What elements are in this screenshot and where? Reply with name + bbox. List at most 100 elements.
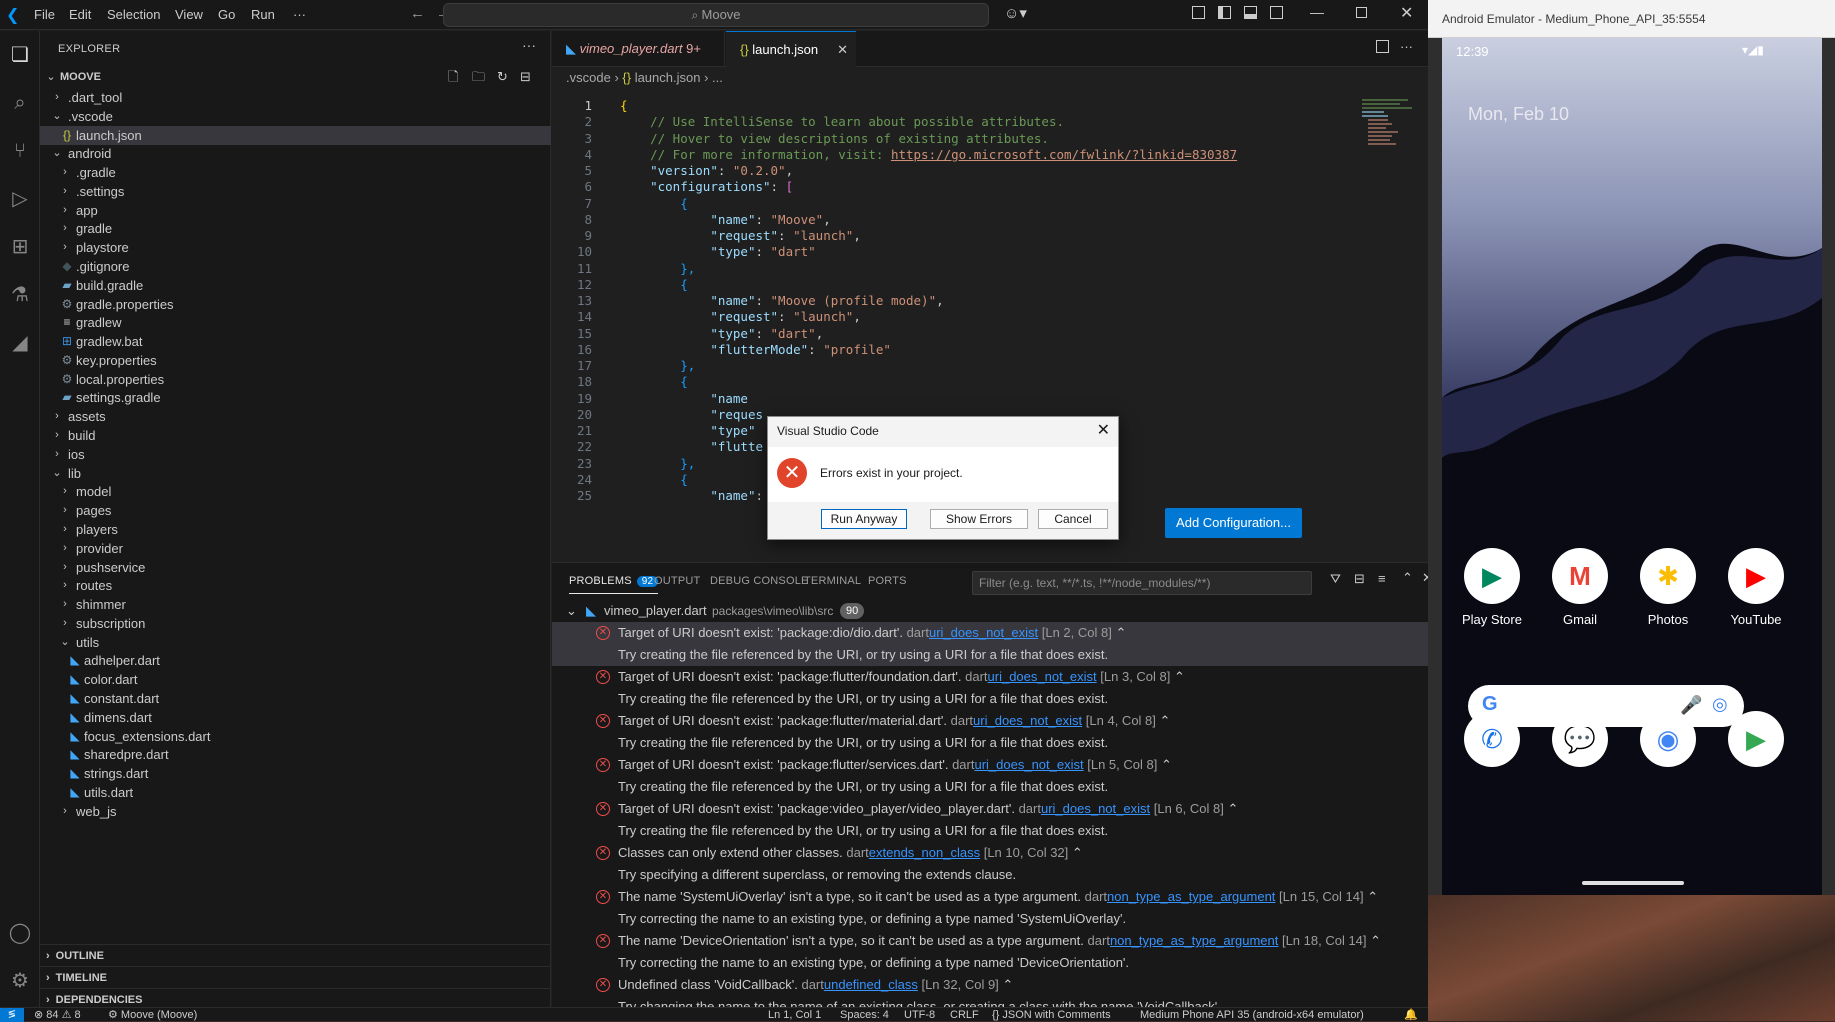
collapse-all-icon[interactable]: ⊟: [1354, 571, 1365, 587]
notifications-bell-icon[interactable]: 🔔: [1404, 1008, 1418, 1022]
toggle-panel-left-icon[interactable]: [1192, 6, 1205, 19]
tree-item-strings-dart[interactable]: ◣ strings.dart: [40, 764, 551, 783]
tree-item-utils[interactable]: ⌄ utils: [40, 633, 551, 652]
toggle-sidebar-icon[interactable]: [1218, 6, 1231, 19]
menu-go[interactable]: Go: [218, 7, 235, 22]
problem-code-link[interactable]: uri_does_not_exist: [1041, 801, 1150, 816]
show-errors-button[interactable]: Show Errors: [930, 509, 1028, 529]
app-gmail[interactable]: M Gmail: [1540, 548, 1620, 627]
tree-item-gradlew[interactable]: ≡ gradlew: [40, 313, 551, 332]
outline-section[interactable]: › OUTLINE: [40, 944, 551, 966]
new-folder-icon[interactable]: 🗀: [472, 66, 485, 88]
problem-row[interactable]: ✕ The name 'DeviceOrientation' isn't a ty…: [552, 930, 1428, 952]
menu-file[interactable]: File: [34, 7, 55, 22]
gesture-bar[interactable]: [1582, 881, 1684, 885]
phone-screen[interactable]: 12:39 ▾◢▮ Mon, Feb 10 ▶ Play Store M Gmail ✱…: [1442, 38, 1822, 895]
cursor-position[interactable]: Ln 1, Col 1: [768, 1008, 821, 1022]
problem-row[interactable]: ✕ Target of URI doesn't exist: 'package:f…: [552, 710, 1428, 732]
account-icon[interactable]: ◯: [8, 921, 32, 945]
problems-status[interactable]: ⊗ 84 ⚠ 8: [34, 1008, 81, 1022]
testing-icon[interactable]: ⚗: [8, 283, 32, 307]
refresh-icon[interactable]: ↻: [497, 66, 508, 88]
tree-item-vscode[interactable]: ⌄ .vscode: [40, 107, 551, 126]
tree-item-players[interactable]: › players: [40, 520, 551, 539]
close-tab-icon[interactable]: ✕: [837, 32, 848, 68]
panel-tab-debug-console[interactable]: DEBUG CONSOLE: [710, 575, 809, 587]
tree-item-utils-dart[interactable]: ◣ utils.dart: [40, 783, 551, 802]
tree-item-dart-tool[interactable]: › .dart_tool: [40, 88, 551, 107]
app-play-store[interactable]: ▶ Play Store: [1452, 548, 1532, 627]
panel-tab-terminal[interactable]: TERMINAL: [804, 575, 861, 587]
problems-file-row[interactable]: ⌄ ◣ vimeo_player.dart packages\vimeo\lib…: [552, 600, 1428, 622]
language-mode[interactable]: {} JSON with Comments: [992, 1008, 1111, 1022]
panel-tab-ports[interactable]: PORTS: [868, 575, 907, 587]
minimize-icon[interactable]: —: [1310, 4, 1324, 20]
problem-hint-row[interactable]: Try correcting the name to an existing t…: [552, 908, 1428, 930]
command-center[interactable]: ⌕ Moove: [443, 3, 989, 27]
tree-item-launch-json[interactable]: {} launch.json: [40, 125, 551, 145]
timeline-section[interactable]: › TIMELINE: [40, 966, 551, 988]
tree-item-settings[interactable]: › .settings: [40, 182, 551, 201]
problem-hint-row[interactable]: Try creating the file referenced by the …: [552, 776, 1428, 798]
chevron-up-icon[interactable]: ⌃: [1367, 933, 1381, 948]
launch-config-status[interactable]: ⚙ Moove (Moove): [108, 1008, 197, 1022]
tree-item-pushservice[interactable]: › pushservice: [40, 558, 551, 577]
remote-indicator-icon[interactable]: ≶: [0, 1008, 24, 1022]
lens-icon[interactable]: ◎: [1712, 694, 1728, 715]
chevron-up-icon[interactable]: ⌃: [1112, 625, 1126, 640]
tree-item-android[interactable]: ⌄ android: [40, 144, 551, 163]
tree-item-constant-dart[interactable]: ◣ constant.dart: [40, 689, 551, 708]
filter-icon[interactable]: ⛛: [1330, 571, 1341, 587]
problem-row[interactable]: ✕ Classes can only extend other classes. …: [552, 842, 1428, 864]
more-actions-icon[interactable]: ···: [522, 37, 536, 53]
cancel-button[interactable]: Cancel: [1038, 509, 1108, 529]
indentation[interactable]: Spaces: 4: [840, 1008, 889, 1022]
problem-row[interactable]: ✕ The name 'SystemUiOverlay' isn't a type…: [552, 886, 1428, 908]
tree-item-local-properties[interactable]: ⚙ local.properties: [40, 370, 551, 389]
chevron-up-icon[interactable]: ⌃: [1170, 669, 1185, 684]
run-anyway-button[interactable]: Run Anyway: [821, 509, 907, 529]
problem-hint-row[interactable]: Try specifying a different superclass, o…: [552, 864, 1428, 886]
copilot-icon[interactable]: ☺▾: [1004, 4, 1027, 22]
explorer-icon[interactable]: ❏: [8, 43, 32, 67]
problem-hint-row[interactable]: Try creating the file referenced by the …: [552, 688, 1428, 710]
extensions-icon[interactable]: ⊞: [8, 235, 32, 259]
panel-tab-output[interactable]: OUTPUT: [654, 575, 700, 587]
tree-item-assets[interactable]: › assets: [40, 407, 551, 426]
tree-item-build-gradle[interactable]: ▰ build.gradle: [40, 276, 551, 295]
app-photos[interactable]: ✱ Photos: [1628, 548, 1708, 627]
chevron-up-icon[interactable]: ⌃: [1364, 889, 1378, 904]
microphone-icon[interactable]: 🎤: [1680, 695, 1702, 716]
toggle-secondary-sidebar-icon[interactable]: [1270, 6, 1283, 19]
breadcrumb-file[interactable]: launch.json: [635, 70, 701, 85]
panel-tab-problems[interactable]: PROBLEMS 92: [569, 575, 659, 594]
search-icon[interactable]: ⌕: [8, 91, 32, 115]
collapse-all-icon[interactable]: ⊟: [520, 66, 531, 88]
tree-item-gradlew-bat[interactable]: ⊞ gradlew.bat: [40, 332, 551, 351]
tree-item-routes[interactable]: › routes: [40, 576, 551, 595]
chevron-up-icon[interactable]: ⌃: [1068, 845, 1083, 860]
close-window-icon[interactable]: ✕: [1400, 3, 1413, 23]
problem-row[interactable]: ✕ Target of URI doesn't exist: 'package:v…: [552, 798, 1428, 820]
menu-edit[interactable]: Edit: [69, 7, 91, 22]
problem-code-link[interactable]: extends_non_class: [869, 845, 980, 860]
encoding[interactable]: UTF-8: [904, 1008, 935, 1022]
tree-item-ios[interactable]: › ios: [40, 445, 551, 464]
problem-hint-row[interactable]: Try creating the file referenced by the …: [552, 732, 1428, 754]
flutter-icon[interactable]: ◢: [8, 331, 32, 355]
source-control-icon[interactable]: ⑂: [8, 139, 32, 163]
tree-item-adhelper-dart[interactable]: ◣ adhelper.dart: [40, 651, 551, 670]
tree-item-gradle-properties[interactable]: ⚙ gradle.properties: [40, 295, 551, 314]
device-selector[interactable]: Medium Phone API 35 (android-x64 emulato…: [1140, 1008, 1364, 1022]
maximize-icon[interactable]: [1356, 7, 1367, 18]
breadcrumb-folder[interactable]: .vscode: [566, 70, 611, 85]
problem-code-link[interactable]: non_type_as_type_argument: [1107, 889, 1275, 904]
problem-row[interactable]: ✕ Undefined class 'VoidCallback'. dartund…: [552, 974, 1428, 996]
problem-row[interactable]: ✕ Target of URI doesn't exist: 'package:f…: [552, 666, 1428, 688]
tree-item-app[interactable]: › app: [40, 201, 551, 220]
problem-hint-row[interactable]: Try correcting the name to an existing t…: [552, 952, 1428, 974]
tree-item-gradle[interactable]: › gradle: [40, 219, 551, 238]
tree-item-focus-extensions-dart[interactable]: ◣ focus_extensions.dart: [40, 727, 551, 746]
workspace-root[interactable]: ⌄ MOOVE 🗋 🗀 ↻ ⊟: [40, 66, 551, 88]
tree-item-key-properties[interactable]: ⚙ key.properties: [40, 351, 551, 370]
